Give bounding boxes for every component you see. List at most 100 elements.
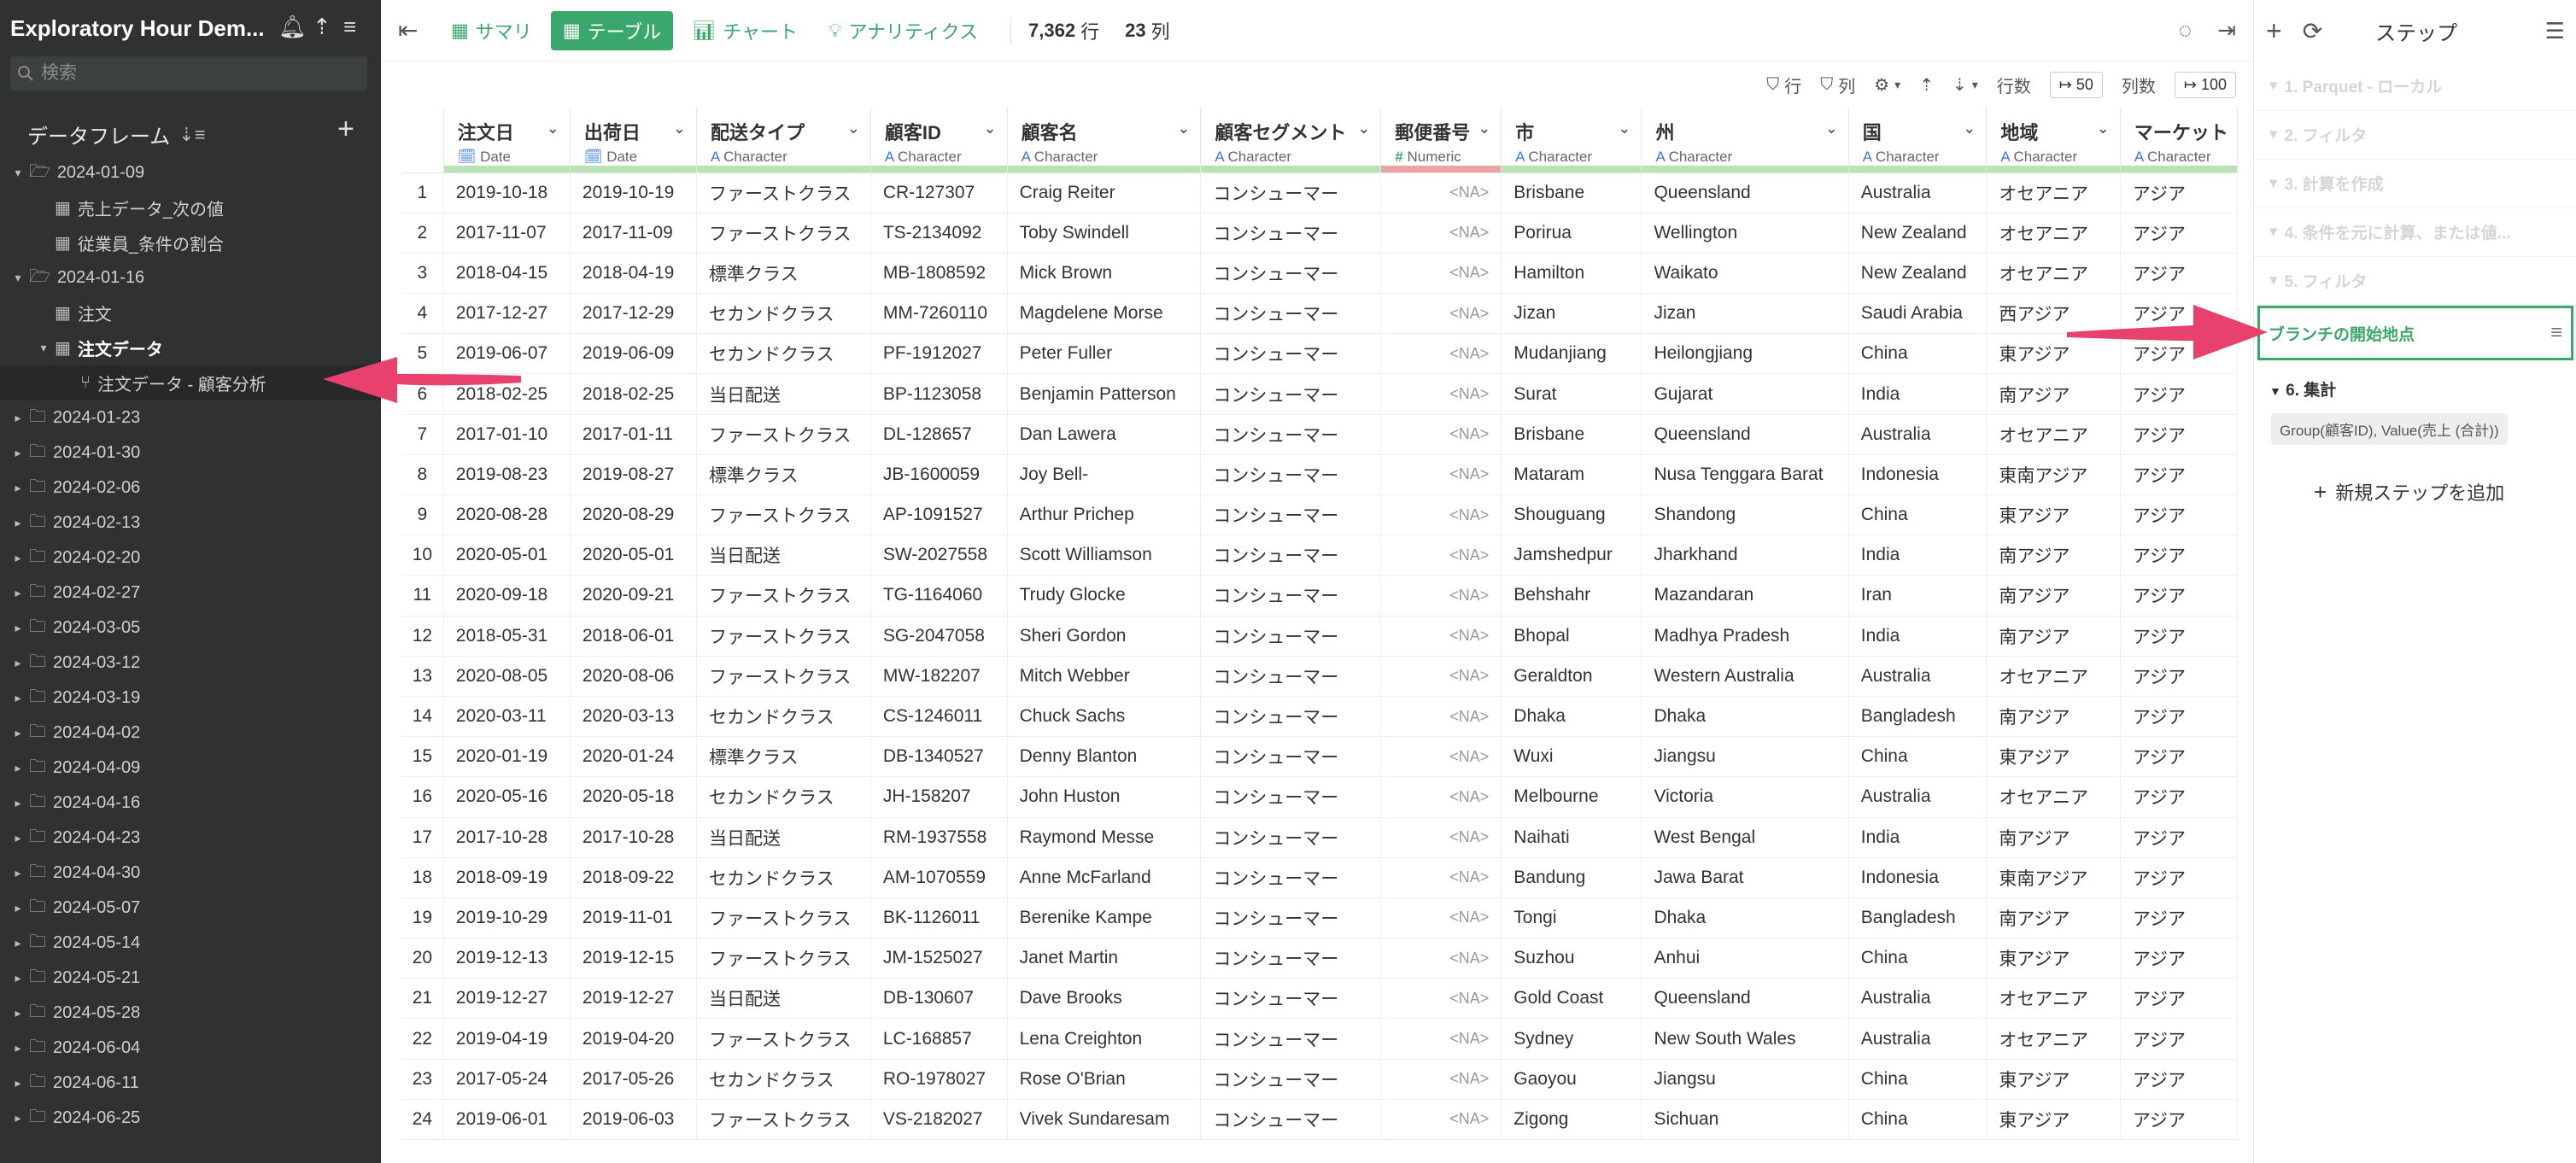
table-cell[interactable]: 2017-10-28 xyxy=(443,817,571,858)
table-cell[interactable]: Queensland xyxy=(1641,172,1849,213)
table-cell[interactable]: コンシューマー xyxy=(1200,213,1382,254)
table-cell[interactable]: ファーストクラス xyxy=(696,938,871,979)
table-cell[interactable]: <NA> xyxy=(1380,293,1502,335)
caret-right-icon[interactable]: ▸ xyxy=(10,796,26,810)
table-cell[interactable]: Brisbane xyxy=(1501,172,1642,213)
tree-item[interactable]: ▾ 🗁 2024-01-16 xyxy=(0,260,381,295)
table-cell[interactable]: アジア xyxy=(2120,1099,2238,1141)
table-cell[interactable]: <NA> xyxy=(1380,494,1502,536)
table-cell[interactable]: Brisbane xyxy=(1501,414,1642,455)
table-cell[interactable]: オセアニア xyxy=(1986,172,2121,213)
table-cell[interactable]: MB-1808592 xyxy=(870,253,1008,295)
table-cell[interactable]: DB-130607 xyxy=(870,978,1008,1020)
table-cell[interactable]: オセアニア xyxy=(1986,213,2121,254)
tree-item[interactable]: ▸ 🗀 2024-03-19 xyxy=(0,681,381,716)
table-row[interactable]: 3 2018-04-15 2018-04-19 標準クラス MB-1808592 Mick… xyxy=(401,253,2238,295)
add-dataframe-icon[interactable]: + xyxy=(337,114,354,143)
table-cell[interactable]: <NA> xyxy=(1380,656,1502,697)
table-row[interactable]: 5 2019-06-07 2019-06-09 セカンドクラス PF-1912027 Pe… xyxy=(401,333,2238,375)
tree-item[interactable]: ▦ 売上データ_次の値 xyxy=(0,190,381,225)
caret-right-icon[interactable]: ▸ xyxy=(10,901,26,915)
tree-item[interactable]: ▸ 🗀 2024-04-02 xyxy=(0,716,381,751)
tree-item[interactable]: ▸ 🗀 2024-04-16 xyxy=(0,786,381,821)
table-cell[interactable]: アジア xyxy=(2120,978,2238,1020)
table-cell[interactable]: 2017-11-09 xyxy=(570,213,698,254)
table-row[interactable]: 24 2019-06-01 2019-06-03 ファーストクラス VS-2182027… xyxy=(401,1099,2238,1141)
table-cell[interactable]: コンシューマー xyxy=(1200,938,1382,979)
table-cell[interactable]: DB-1340527 xyxy=(870,736,1008,778)
table-cell[interactable]: <NA> xyxy=(1380,897,1502,939)
table-cell[interactable]: 2017-01-10 xyxy=(443,414,571,455)
table-cell[interactable]: 標準クラス xyxy=(696,736,871,778)
table-cell[interactable]: セカンドクラス xyxy=(696,1059,871,1100)
table-cell[interactable]: セカンドクラス xyxy=(696,696,871,738)
table-cell[interactable]: VS-2182027 xyxy=(870,1099,1008,1141)
table-cell[interactable]: コンシューマー xyxy=(1200,293,1382,335)
table-cell[interactable]: Sheri Gordon xyxy=(1007,616,1202,657)
table-cell[interactable]: Rose O'Brian xyxy=(1007,1059,1202,1100)
table-cell[interactable]: China xyxy=(1848,1099,1988,1141)
tree-item[interactable]: ▸ 🗀 2024-06-25 xyxy=(0,1101,381,1136)
table-cell[interactable]: アジア xyxy=(2120,736,2238,778)
table-cell[interactable]: Dave Brooks xyxy=(1007,978,1202,1020)
caret-right-icon[interactable]: ▸ xyxy=(10,691,26,705)
table-cell[interactable]: 2019-06-03 xyxy=(570,1099,698,1141)
table-cell[interactable]: ファーストクラス xyxy=(696,897,871,939)
collapse-steps-icon[interactable]: ⇥ xyxy=(2217,17,2236,44)
tree-item[interactable]: ▸ 🗀 2024-02-20 xyxy=(0,541,381,576)
table-cell[interactable]: <NA> xyxy=(1380,414,1502,455)
table-cell[interactable]: ファーストクラス xyxy=(696,414,871,455)
sliders-icon[interactable]: ☰ xyxy=(2545,18,2565,44)
table-cell[interactable]: コンシューマー xyxy=(1200,253,1382,295)
table-cell[interactable]: Jawa Barat xyxy=(1641,857,1849,898)
table-cell[interactable]: India xyxy=(1848,535,1988,576)
table-cell[interactable]: Magdelene Morse xyxy=(1007,293,1202,335)
table-cell[interactable]: ファーストクラス xyxy=(696,1099,871,1141)
table-cell[interactable]: 当日配送 xyxy=(696,978,871,1020)
table-cell[interactable]: アジア xyxy=(2120,213,2238,254)
table-cell[interactable]: Dhaka xyxy=(1641,897,1849,939)
table-cell[interactable]: BP-1123058 xyxy=(870,373,1008,415)
table-cell[interactable]: 2019-10-18 xyxy=(443,172,571,213)
table-cell[interactable]: Anhui xyxy=(1641,938,1849,979)
table-cell[interactable]: Bandung xyxy=(1501,857,1642,898)
table-cell[interactable]: LC-168857 xyxy=(870,1018,1008,1060)
table-cell[interactable]: Australia xyxy=(1848,656,1988,697)
table-row[interactable]: 19 2019-10-29 2019-11-01 ファーストクラス BK-1126011… xyxy=(401,897,2238,939)
table-cell[interactable]: 南アジア xyxy=(1986,373,2121,415)
table-cell[interactable]: China xyxy=(1848,1059,1988,1100)
add-new-step-button[interactable]: + 新規ステップを追加 xyxy=(2314,478,2504,506)
table-cell[interactable]: 2017-12-29 xyxy=(570,293,698,335)
table-row[interactable]: 2 2017-11-07 2017-11-09 ファーストクラス TS-2134092 T… xyxy=(401,213,2238,254)
table-cell[interactable]: Australia xyxy=(1848,978,1988,1020)
tree-item[interactable]: ▸ 🗀 2024-02-27 xyxy=(0,576,381,611)
step-item[interactable]: ▾ 2. フィルタ xyxy=(2254,110,2576,160)
column-header[interactable]: 出荷日 🗓︎ Date ⌄ xyxy=(570,108,698,173)
table-cell[interactable]: アジア xyxy=(2120,817,2238,858)
table-cell[interactable]: 2020-03-13 xyxy=(570,696,698,738)
table-cell[interactable]: アジア xyxy=(2120,897,2238,939)
table-cell[interactable]: アジア xyxy=(2120,696,2238,738)
table-cell[interactable]: Bangladesh xyxy=(1848,696,1988,738)
table-cell[interactable]: Behshahr xyxy=(1501,575,1642,617)
table-cell[interactable]: Australia xyxy=(1848,1018,1988,1060)
tab-summary[interactable]: ▦ サマリ xyxy=(439,11,544,50)
table-cell[interactable]: Queensland xyxy=(1641,978,1849,1020)
column-header[interactable]: 顧客ID A Character ⌄ xyxy=(870,108,1008,173)
add-step-icon[interactable]: + xyxy=(2266,15,2282,47)
table-cell[interactable]: 2019-10-19 xyxy=(570,172,698,213)
table-cell[interactable]: 南アジア xyxy=(1986,535,2121,576)
table-cell[interactable]: 2019-08-27 xyxy=(570,454,698,496)
table-cell[interactable]: AM-1070559 xyxy=(870,857,1008,898)
table-cell[interactable]: Trudy Glocke xyxy=(1007,575,1202,617)
hamburger-icon[interactable]: ≡ xyxy=(2550,321,2562,345)
caret-right-icon[interactable]: ▸ xyxy=(10,1111,26,1125)
table-cell[interactable]: Tongi xyxy=(1501,897,1642,939)
tree-item[interactable]: ▸ 🗀 2024-02-13 xyxy=(0,506,381,541)
table-cell[interactable]: 2019-10-29 xyxy=(443,897,571,939)
chevron-down-icon[interactable]: ⌄ xyxy=(673,120,686,137)
step-item[interactable]: ▾ 1. Parquet - ローカル xyxy=(2254,61,2576,111)
table-cell[interactable]: Western Australia xyxy=(1641,656,1849,697)
tree-item[interactable]: ▸ 🗀 2024-05-28 xyxy=(0,996,381,1031)
table-cell[interactable]: Jamshedpur xyxy=(1501,535,1642,576)
